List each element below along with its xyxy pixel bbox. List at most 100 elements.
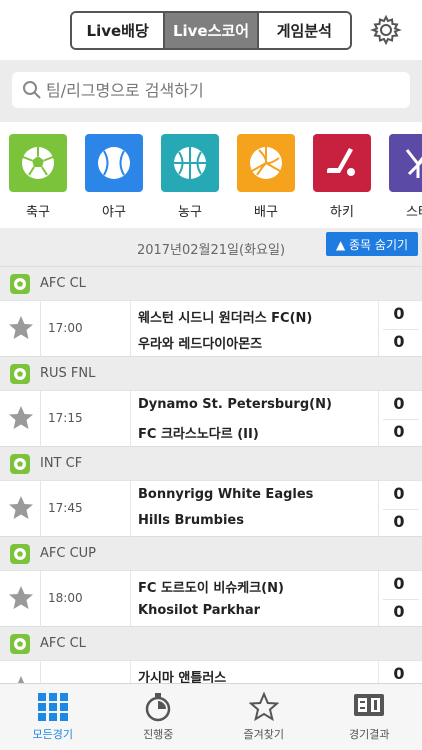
sport-item-soccer[interactable]: 축구 <box>9 134 67 220</box>
nav-all-games[interactable]: 모든경기 <box>0 684 106 750</box>
away-team: 우라와 레드다이아몬즈 <box>138 337 263 352</box>
mode-segmented-control: Live배당 Live스코어 게임분석 <box>70 11 352 50</box>
favorite-star-icon[interactable] <box>8 315 34 341</box>
sport-label: 배구 <box>254 205 278 220</box>
tab-game-analysis[interactable]: 게임분석 <box>258 13 350 48</box>
divider <box>40 391 41 447</box>
sport-label: 축구 <box>26 205 50 220</box>
sport-item-baseball[interactable]: 야구 <box>85 134 143 220</box>
nav-label: 모든경기 <box>32 728 73 741</box>
divider <box>40 481 41 537</box>
away-team: Khosilot Parkhar <box>138 603 261 618</box>
league-header: AFC CL <box>0 626 422 660</box>
scoreboard-icon <box>354 694 385 716</box>
home-score: 0 <box>393 304 405 323</box>
sport-item-basketball[interactable]: 농구 <box>161 134 219 220</box>
top-header: Live배당 Live스코어 게임분석 <box>0 0 422 60</box>
league-header: AFC CUP <box>0 536 422 570</box>
sport-item-volleyball[interactable]: 배구 <box>237 134 295 220</box>
bottom-nav: 모든경기 진행중 즐겨찾기 경기결과 <box>0 683 422 750</box>
soccer-ball-icon <box>10 633 30 654</box>
match-time: 17:45 <box>48 501 83 515</box>
match-time: 17:00 <box>48 321 83 335</box>
match-row[interactable]: 17:45 Bonnyrigg White Eagles Hills Brumb… <box>0 480 422 537</box>
score-box: 0 0 <box>378 481 422 537</box>
soccer-ball-icon <box>10 273 30 294</box>
soccer-ball-icon <box>10 363 30 384</box>
hockey-tile <box>313 134 371 192</box>
favorite-star-icon[interactable] <box>8 495 34 521</box>
nav-label: 진행중 <box>143 728 174 741</box>
score-box: 0 0 <box>378 301 422 357</box>
league-name: AFC CUP <box>40 546 97 561</box>
hockey-stick-icon <box>327 148 355 176</box>
soccer-tile <box>9 134 67 192</box>
away-score: 0 <box>393 332 405 351</box>
home-team: 웨스턴 시드니 원더러스 FC(N) <box>138 311 313 326</box>
divider <box>130 301 131 357</box>
nav-label: 즐겨찾기 <box>243 728 284 741</box>
nav-in-progress[interactable]: 진행중 <box>106 684 212 750</box>
nav-label: 경기결과 <box>349 728 390 741</box>
league-name: RUS FNL <box>40 366 96 381</box>
basketball-icon <box>174 147 206 179</box>
divider <box>40 301 41 357</box>
league-name: INT CF <box>40 456 83 471</box>
league-header: AFC CL <box>0 266 422 300</box>
favorite-star-icon[interactable] <box>8 405 34 431</box>
sport-label: 스타 <box>406 205 422 220</box>
search-box <box>12 72 410 108</box>
hide-sports-button[interactable]: ▲ 종목 숨기기 <box>326 232 418 256</box>
match-list: AFC CL 17:00 웨스턴 시드니 원더러스 FC(N) 우라와 레드다이… <box>0 266 422 717</box>
home-score: 0 <box>393 664 405 683</box>
away-score: 0 <box>393 602 405 621</box>
nav-results[interactable]: 경기결과 <box>317 684 422 750</box>
divider <box>383 599 419 600</box>
soccer-ball-icon <box>10 543 30 564</box>
tab-live-odds[interactable]: Live배당 <box>72 13 166 48</box>
divider <box>383 419 419 420</box>
sport-label: 야구 <box>102 205 126 220</box>
tab-live-score[interactable]: Live스코어 <box>165 13 259 48</box>
soccer-ball-icon <box>10 453 30 474</box>
league-name: AFC CL <box>40 636 86 651</box>
grid-icon <box>37 693 68 721</box>
sport-item-hockey[interactable]: 하키 <box>313 134 371 220</box>
divider <box>130 391 131 447</box>
volleyball-tile <box>237 134 295 192</box>
gear-icon[interactable] <box>370 14 402 46</box>
home-team: Dynamo St. Petersburg(N) <box>138 397 332 412</box>
away-score: 0 <box>393 422 405 441</box>
volleyball-icon <box>250 147 282 179</box>
match-time: 17:15 <box>48 411 83 425</box>
league-header: RUS FNL <box>0 356 422 390</box>
nav-favorites[interactable]: 즐겨찾기 <box>211 684 317 750</box>
match-row[interactable]: 18:00 FC 도르도이 비슈케크(N) Khosilot Parkhar 0… <box>0 570 422 627</box>
home-score: 0 <box>393 574 405 593</box>
divider <box>383 509 419 510</box>
away-team: FC 크라스노다르 (II) <box>138 427 259 442</box>
search-input[interactable] <box>46 80 386 100</box>
score-box: 0 0 <box>378 571 422 627</box>
home-score: 0 <box>393 394 405 413</box>
stopwatch-icon <box>146 693 171 722</box>
home-team: Bonnyrigg White Eagles <box>138 487 314 502</box>
sport-item-starcraft[interactable]: 스타 <box>389 134 422 220</box>
starcraft-tile <box>389 134 422 192</box>
divider <box>383 329 419 330</box>
score-box: 0 0 <box>378 391 422 447</box>
basketball-tile <box>161 134 219 192</box>
home-score: 0 <box>393 484 405 503</box>
search-area <box>0 60 422 122</box>
baseball-tile <box>85 134 143 192</box>
starcraft-icon <box>405 149 422 178</box>
match-row[interactable]: 17:15 Dynamo St. Petersburg(N) FC 크라스노다르… <box>0 390 422 447</box>
sports-category-bar: 축구 야구 농구 배구 하키 스 <box>0 122 422 228</box>
sport-label: 농구 <box>178 205 202 220</box>
match-row[interactable]: 17:00 웨스턴 시드니 원더러스 FC(N) 우라와 레드다이아몬즈 0 0 <box>0 300 422 357</box>
baseball-icon <box>98 147 130 179</box>
league-header: INT CF <box>0 446 422 480</box>
date-bar: 2017년02월21일(화요일) ▲ 종목 숨기기 <box>0 228 422 266</box>
league-name: AFC CL <box>40 276 86 291</box>
favorite-star-icon[interactable] <box>8 585 34 611</box>
